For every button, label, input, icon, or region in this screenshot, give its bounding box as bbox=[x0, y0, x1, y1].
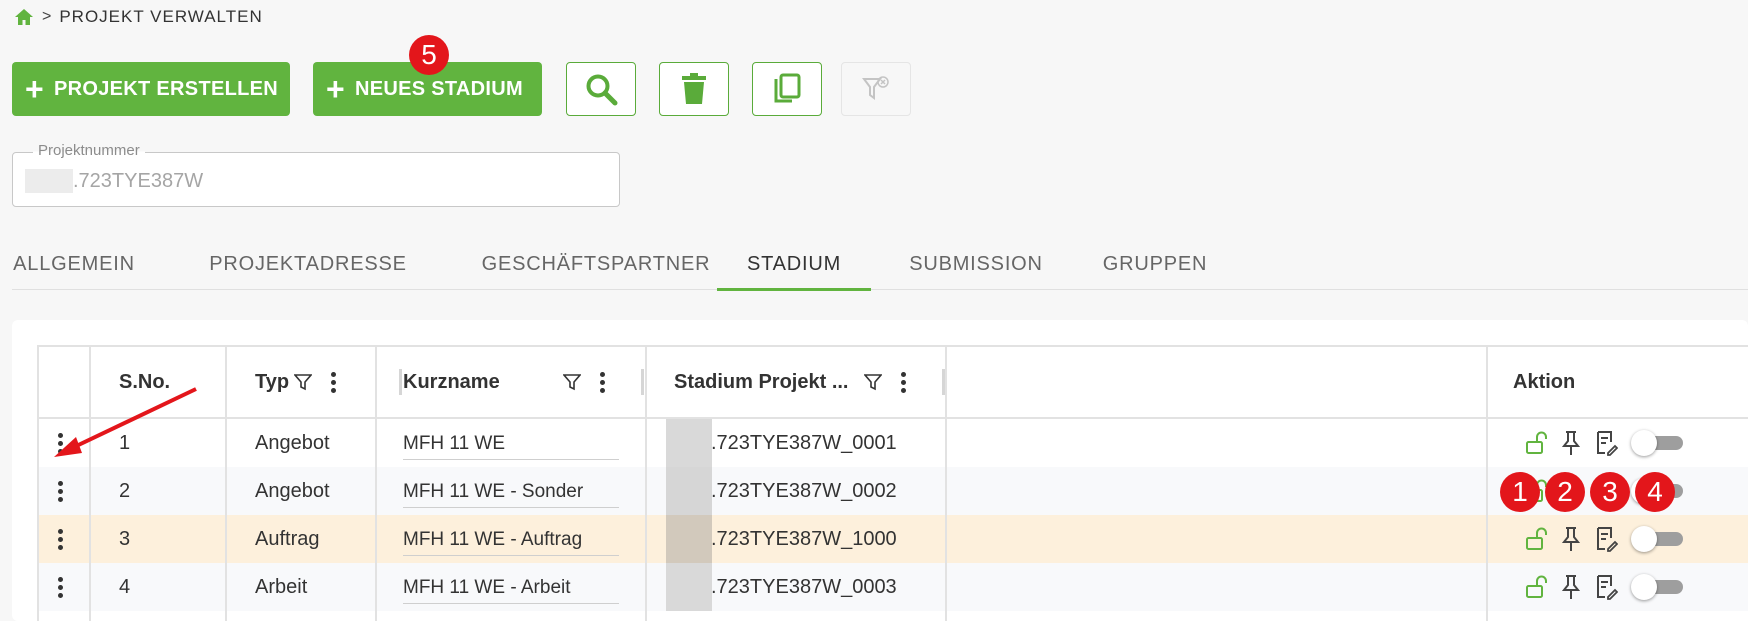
cell-kurzname-input[interactable]: MFH 11 WE - Auftrag bbox=[403, 524, 619, 556]
table-row[interactable]: 4 Arbeit MFH 11 WE - Arbeit .723TYE387W_… bbox=[39, 563, 1748, 611]
row-menu-icon[interactable] bbox=[57, 480, 63, 502]
cell-kurzname-input[interactable]: MFH 11 WE bbox=[403, 428, 619, 460]
header-stadium: Stadium Projekt ... bbox=[674, 370, 849, 393]
tab-geschaeftspartner[interactable]: GESCHÄFTSPARTNER bbox=[452, 238, 740, 290]
search-button[interactable] bbox=[566, 62, 636, 116]
unlock-icon[interactable] bbox=[1526, 431, 1548, 455]
cell-typ: Angebot bbox=[255, 431, 330, 454]
search-icon bbox=[586, 74, 618, 106]
header-typ: Typ bbox=[255, 370, 290, 393]
annotation-badge-2: 2 bbox=[1545, 472, 1585, 512]
cell-stadium: .723TYE387W_1000 bbox=[711, 527, 897, 550]
annotation-badge-5: 5 bbox=[409, 35, 449, 75]
column-menu-icon[interactable] bbox=[900, 371, 906, 393]
cell-typ: Angebot bbox=[255, 479, 330, 502]
create-project-button[interactable]: + PROJEKT ERSTELLEN bbox=[12, 62, 290, 116]
redacted-area bbox=[666, 419, 712, 467]
header-kurzname: Kurzname bbox=[403, 370, 500, 393]
breadcrumb-separator: > bbox=[42, 8, 52, 25]
column-menu-icon[interactable] bbox=[330, 371, 336, 393]
filter-icon[interactable] bbox=[563, 373, 581, 391]
project-number-label: Projektnummer bbox=[33, 142, 145, 159]
filter-icon[interactable] bbox=[294, 373, 312, 391]
home-icon[interactable] bbox=[14, 8, 34, 26]
cell-sno: 2 bbox=[119, 479, 131, 502]
create-project-label: PROJEKT ERSTELLEN bbox=[54, 77, 279, 100]
cell-stadium: .723TYE387W_0002 bbox=[711, 479, 897, 502]
edit-notes-icon[interactable] bbox=[1594, 526, 1618, 552]
edit-notes-icon[interactable] bbox=[1594, 430, 1618, 456]
tab-stadium[interactable]: STADIUM bbox=[717, 238, 871, 291]
annotation-arrow bbox=[54, 387, 197, 457]
pin-icon[interactable] bbox=[1561, 526, 1581, 552]
copy-button[interactable] bbox=[752, 62, 822, 116]
cell-kurzname-input[interactable]: MFH 11 WE - Arbeit bbox=[403, 572, 619, 604]
filter-icon[interactable] bbox=[864, 373, 882, 391]
cell-sno: 3 bbox=[119, 527, 131, 550]
new-stage-label: NEUES STADIUM bbox=[355, 77, 523, 100]
project-number-field[interactable]: Projektnummer .723TYE387W bbox=[12, 142, 620, 207]
header-aktion: Aktion bbox=[1513, 370, 1576, 393]
cell-sno: 4 bbox=[119, 575, 131, 598]
table-row[interactable]: 1 Angebot MFH 11 WE .723TYE387W_0001 bbox=[39, 419, 1748, 467]
redacted-area bbox=[666, 467, 712, 515]
stage-table: S.No. Typ Kurzname Stadium Projekt ... A… bbox=[37, 345, 1748, 621]
delete-button[interactable] bbox=[659, 62, 729, 116]
cell-typ: Auftrag bbox=[255, 527, 320, 550]
row-toggle[interactable] bbox=[1631, 430, 1683, 456]
unlock-icon[interactable] bbox=[1526, 527, 1548, 551]
unlock-icon[interactable] bbox=[1526, 575, 1548, 599]
annotation-badge-1: 1 bbox=[1500, 472, 1540, 512]
row-toggle[interactable] bbox=[1631, 526, 1683, 552]
cell-typ: Arbeit bbox=[255, 575, 308, 598]
cell-stadium: .723TYE387W_0003 bbox=[711, 575, 897, 598]
row-menu-icon[interactable] bbox=[57, 576, 63, 598]
redacted-area bbox=[666, 515, 712, 563]
plus-icon: + bbox=[25, 71, 44, 107]
tab-gruppen[interactable]: GRUPPEN bbox=[1087, 238, 1223, 290]
annotation-badge-4: 4 bbox=[1635, 472, 1675, 512]
tab-projektadresse[interactable]: PROJEKTADRESSE bbox=[192, 238, 424, 290]
trash-icon bbox=[682, 73, 706, 104]
column-menu-icon[interactable] bbox=[599, 371, 605, 393]
filter-clear-icon bbox=[862, 76, 889, 100]
copy-icon bbox=[774, 73, 801, 103]
plus-icon: + bbox=[326, 71, 345, 107]
tab-submission[interactable]: SUBMISSION bbox=[895, 238, 1057, 290]
tab-allgemein[interactable]: ALLGEMEIN bbox=[12, 238, 136, 290]
tab-bar: ALLGEMEIN PROJEKTADRESSE GESCHÄFTSPARTNE… bbox=[12, 238, 1748, 291]
cell-stadium: .723TYE387W_0001 bbox=[711, 431, 897, 454]
row-menu-icon[interactable] bbox=[57, 528, 63, 550]
table-header: S.No. Typ Kurzname Stadium Projekt ... A… bbox=[39, 347, 1748, 419]
redacted-area bbox=[666, 563, 712, 611]
redacted-area bbox=[25, 169, 73, 193]
cell-kurzname-input[interactable]: MFH 11 WE - Sonder bbox=[403, 476, 619, 508]
row-toggle[interactable] bbox=[1631, 574, 1683, 600]
edit-notes-icon[interactable] bbox=[1594, 574, 1618, 600]
pin-icon[interactable] bbox=[1561, 574, 1581, 600]
breadcrumb: > PROJEKT VERWALTEN bbox=[14, 6, 263, 28]
breadcrumb-current: PROJEKT VERWALTEN bbox=[59, 7, 263, 26]
project-number-value: .723TYE387W bbox=[73, 169, 204, 192]
table-row[interactable]: 2 Angebot MFH 11 WE - Sonder .723TYE387W… bbox=[39, 467, 1748, 515]
annotation-badge-3: 3 bbox=[1590, 472, 1630, 512]
pin-icon[interactable] bbox=[1561, 430, 1581, 456]
clear-filter-button[interactable] bbox=[841, 62, 911, 116]
table-row[interactable]: 3 Auftrag MFH 11 WE - Auftrag .723TYE387… bbox=[39, 515, 1748, 563]
